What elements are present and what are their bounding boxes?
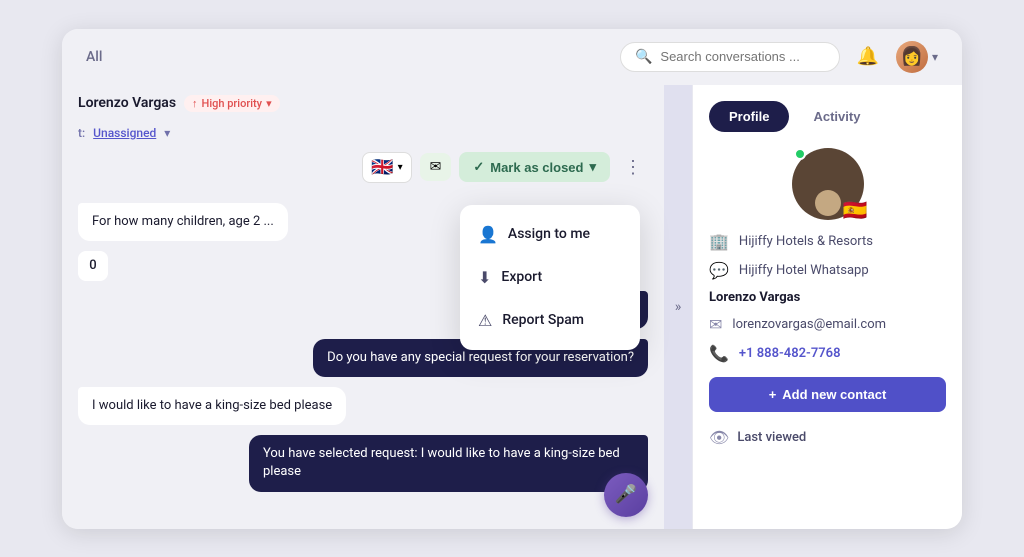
phone-icon: 📞 xyxy=(709,344,729,363)
chat-subheader: t: Unassigned ▾ xyxy=(62,122,664,144)
main-content: Lorenzo Vargas ↑ High priority ▾ t: Unas… xyxy=(62,85,962,529)
tab-profile[interactable]: Profile xyxy=(709,101,789,132)
profile-info: 🏢 Hijiffy Hotels & Resorts 💬 Hijiffy Hot… xyxy=(709,232,946,412)
email-row: ✉ lorenzovargas@email.com xyxy=(709,315,946,334)
last-viewed-label: Last viewed xyxy=(737,430,806,445)
chat-toolbar: 🇬🇧 ▾ ✉ ✓ Mark as closed ▾ ⋮ xyxy=(62,144,664,191)
name-row: Lorenzo Vargas xyxy=(709,290,946,305)
envelope-icon: ✉ xyxy=(709,315,722,334)
profile-tabs: Profile Activity xyxy=(693,85,962,132)
company-row: 🏢 Hijiffy Hotels & Resorts xyxy=(709,232,946,251)
app-container: All 🔍 🔔 👩 ▾ Lorenzo Vargas xyxy=(62,29,962,529)
assign-chevron-icon[interactable]: ▾ xyxy=(164,126,170,140)
language-selector[interactable]: 🇬🇧 ▾ xyxy=(362,152,411,183)
search-input[interactable] xyxy=(660,49,825,64)
contact-name: Lorenzo Vargas xyxy=(78,95,176,111)
assign-prefix-label: t: xyxy=(78,126,85,140)
tab-activity[interactable]: Activity xyxy=(793,101,880,132)
profile-content: 🇪🇸 🏢 Hijiffy Hotels & Resorts 💬 Hijiffy … xyxy=(693,132,962,428)
channel-row: 💬 Hijiffy Hotel Whatsapp xyxy=(709,261,946,280)
more-options-button[interactable]: ⋮ xyxy=(618,152,648,182)
message-bubble: You have selected request: I would like … xyxy=(249,435,648,491)
header-right: 🔍 🔔 👩 ▾ xyxy=(620,41,938,73)
last-viewed-section: 👁 Last viewed xyxy=(693,428,962,463)
priority-label: High priority xyxy=(202,97,263,110)
priority-chevron-icon: ▾ xyxy=(266,97,272,110)
user-avatar-container[interactable]: 👩 ▾ xyxy=(896,41,938,73)
person-icon: 👤 xyxy=(478,225,498,244)
export-label: Export xyxy=(501,269,542,285)
collapse-panel-button[interactable]: » xyxy=(664,85,692,529)
last-viewed-row: 👁 Last viewed xyxy=(709,428,946,447)
message-counter: 0 xyxy=(78,251,108,281)
profile-email: lorenzovargas@email.com xyxy=(732,317,886,332)
chat-header: Lorenzo Vargas ↑ High priority ▾ xyxy=(62,85,664,122)
message-bubble: For how many children, age 2 ... xyxy=(78,203,288,241)
double-chevron-icon: » xyxy=(675,299,682,315)
eye-icon: 👁 xyxy=(709,428,729,447)
dropdown-export[interactable]: ⬇ Export xyxy=(460,256,640,299)
message-bubble: I would like to have a king-size bed ple… xyxy=(78,387,346,425)
dropdown-menu: 👤 Assign to me ⬇ Export ⚠ Report Spam xyxy=(460,205,640,350)
online-status-dot xyxy=(794,148,806,160)
assign-value[interactable]: Unassigned xyxy=(93,126,156,140)
profile-phone[interactable]: +1 888-482-7768 xyxy=(739,346,841,361)
report-spam-label: Report Spam xyxy=(502,312,584,328)
profile-avatar-wrapper: 🇪🇸 xyxy=(792,148,864,220)
priority-arrow-icon: ↑ xyxy=(192,97,198,110)
user-avatar: 👩 xyxy=(896,41,928,73)
right-panel: Profile Activity 🇪🇸 🏢 Hijiffy Hotels xyxy=(692,85,962,529)
all-label: All xyxy=(86,49,102,65)
chevron-down-icon: ▾ xyxy=(932,50,938,64)
bell-icon[interactable]: 🔔 xyxy=(852,41,884,73)
priority-badge: ↑ High priority ▾ xyxy=(184,95,280,112)
dropdown-assign-to-me[interactable]: 👤 Assign to me xyxy=(460,213,640,256)
assign-to-me-label: Assign to me xyxy=(508,226,590,242)
mic-icon: 🎤 xyxy=(615,484,637,505)
dropdown-report-spam[interactable]: ⚠ Report Spam xyxy=(460,299,640,342)
building-icon: 🏢 xyxy=(709,232,729,251)
chat-header-left: Lorenzo Vargas ↑ High priority ▾ xyxy=(78,95,280,112)
mark-closed-button[interactable]: ✓ Mark as closed ▾ xyxy=(459,152,610,182)
checkmark-icon: ✓ xyxy=(473,159,484,175)
mark-closed-chevron-icon: ▾ xyxy=(589,159,596,175)
chat-panel: Lorenzo Vargas ↑ High priority ▾ t: Unas… xyxy=(62,85,664,529)
mark-closed-label: Mark as closed xyxy=(490,160,583,175)
search-icon: 🔍 xyxy=(635,49,652,65)
flag-chevron-icon: ▾ xyxy=(398,162,403,173)
email-icon[interactable]: ✉ xyxy=(420,153,452,181)
record-button[interactable]: 🎤 xyxy=(604,473,648,517)
add-contact-label: Add new contact xyxy=(782,387,886,402)
profile-name: Lorenzo Vargas xyxy=(709,290,800,305)
channel-name: Hijiffy Hotel Whatsapp xyxy=(739,263,869,278)
country-flag-icon: 🇪🇸 xyxy=(843,198,868,222)
add-new-contact-button[interactable]: + Add new contact xyxy=(709,377,946,412)
plus-icon: + xyxy=(769,387,777,402)
phone-row: 📞 +1 888-482-7768 xyxy=(709,344,946,363)
company-name: Hijiffy Hotels & Resorts xyxy=(739,234,873,249)
warning-icon: ⚠ xyxy=(478,311,492,330)
avatar-head xyxy=(815,190,841,216)
flag-icon: 🇬🇧 xyxy=(371,157,393,178)
search-bar[interactable]: 🔍 xyxy=(620,42,840,72)
header: All 🔍 🔔 👩 ▾ xyxy=(62,29,962,85)
download-icon: ⬇ xyxy=(478,268,491,287)
whatsapp-icon: 💬 xyxy=(709,261,729,280)
